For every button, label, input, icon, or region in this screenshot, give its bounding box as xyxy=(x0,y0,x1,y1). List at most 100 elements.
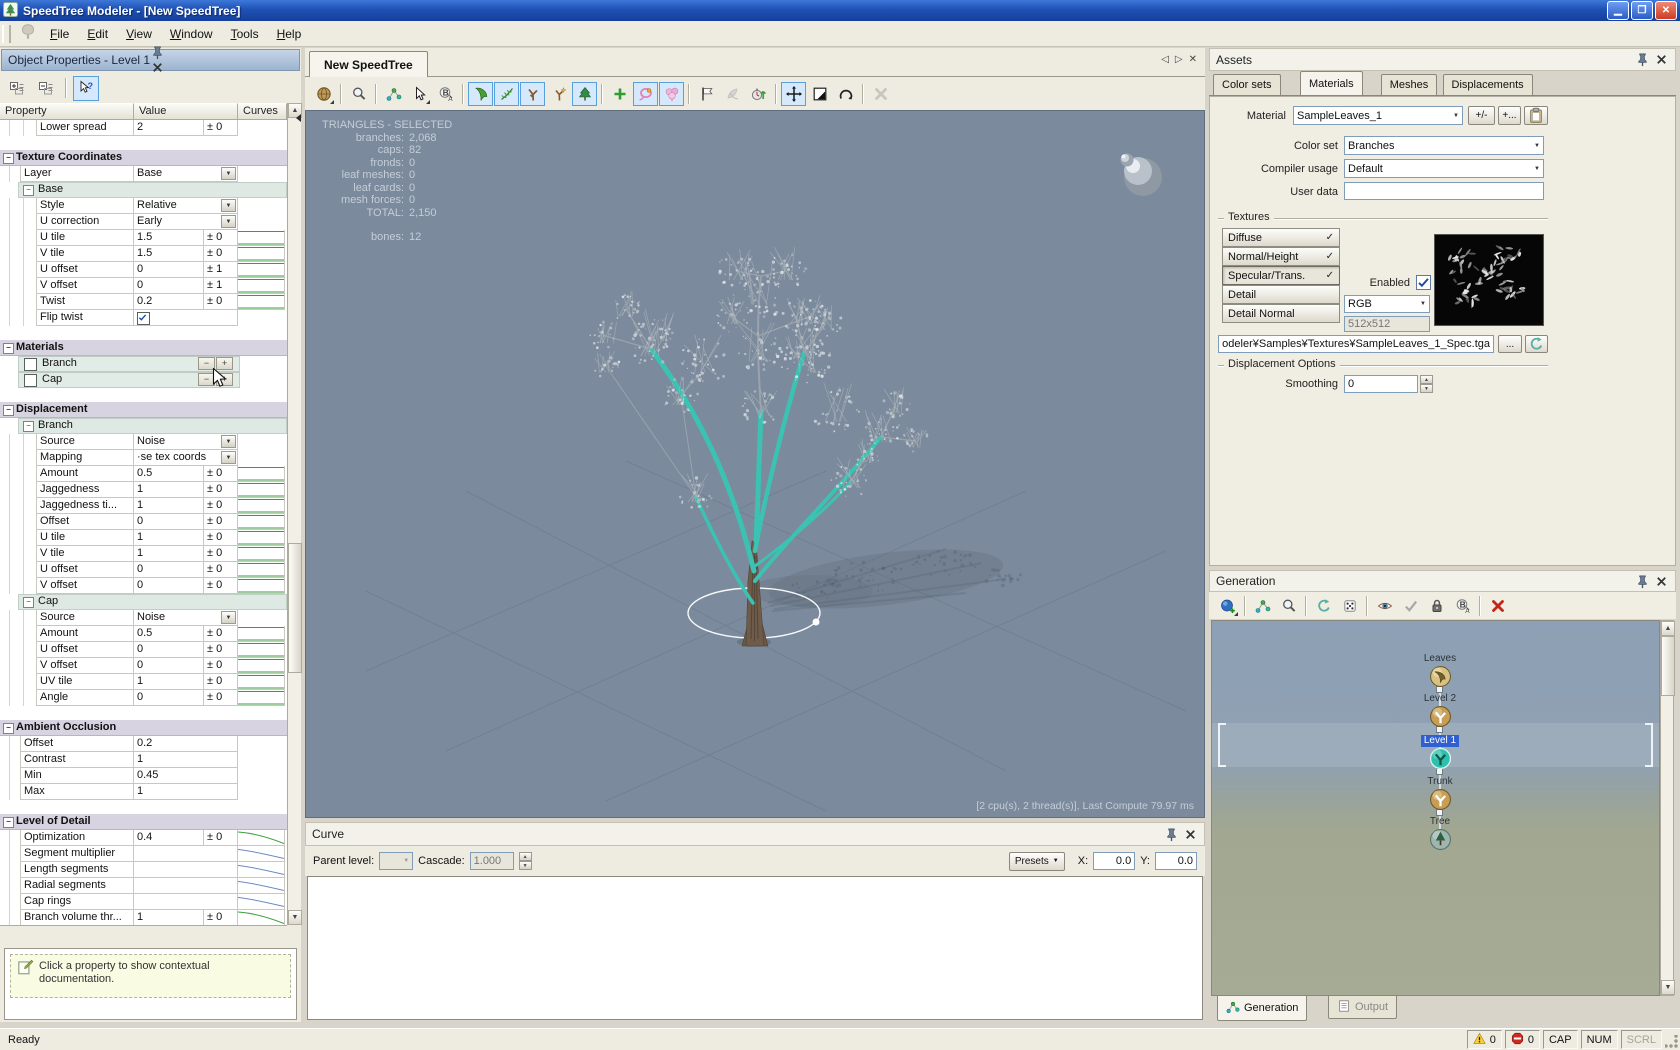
viewport-3d-canvas[interactable]: TRIANGLES - SELECTED branches:2,068caps:… xyxy=(305,110,1205,818)
property-value[interactable]: 1 xyxy=(134,910,204,926)
pin-icon[interactable] xyxy=(1164,827,1179,842)
property-variance[interactable]: ± 0 xyxy=(204,626,238,642)
generation-node-level-1[interactable]: Level 1 xyxy=(1400,734,1480,770)
property-row[interactable]: StyleRelative▼ xyxy=(0,198,287,214)
property-row[interactable]: Segment multiplier xyxy=(0,846,287,862)
property-variance[interactable]: ± 0 xyxy=(204,230,238,246)
property-value[interactable]: 0 xyxy=(134,262,204,278)
property-row[interactable]: Jaggedness ti...1± 0 xyxy=(0,498,287,514)
property-variance[interactable]: ± 0 xyxy=(204,910,238,926)
close-icon[interactable] xyxy=(1654,52,1669,67)
generation-scrollbar[interactable]: ▲ ▼ xyxy=(1660,620,1674,996)
tree-tool-icon[interactable] xyxy=(572,82,597,106)
timer-icon[interactable] xyxy=(746,82,771,106)
property-value[interactable]: 1.5 xyxy=(134,246,204,262)
lasso-icon[interactable] xyxy=(633,82,658,106)
node-edit-icon[interactable] xyxy=(1250,594,1275,618)
property-row[interactable]: V tile1.5± 0 xyxy=(0,246,287,262)
remove-material-button[interactable]: − xyxy=(198,357,215,370)
property-variance[interactable]: ± 0 xyxy=(204,120,238,136)
property-value[interactable]: 1 xyxy=(134,674,204,690)
spheres-icon[interactable] xyxy=(659,82,684,106)
world-icon[interactable] xyxy=(311,82,336,106)
property-value[interactable]: 0 xyxy=(134,514,204,530)
property-row[interactable]: Optimization0.4± 0 xyxy=(0,830,287,846)
property-group-ambient-occlusion[interactable]: −Ambient Occlusion xyxy=(0,720,287,736)
dropdown-arrow-icon[interactable]: ▼ xyxy=(221,435,236,448)
property-variance[interactable]: ± 0 xyxy=(204,530,238,546)
property-row[interactable]: Contrast1 xyxy=(0,752,287,768)
generation-node-leaves[interactable]: Leaves xyxy=(1400,652,1480,688)
curve-cell[interactable] xyxy=(238,498,285,514)
property-row[interactable]: V offset0± 0 xyxy=(0,658,287,674)
property-row[interactable]: U offset0± 0 xyxy=(0,642,287,658)
curve-cell[interactable] xyxy=(238,246,285,262)
property-variance[interactable]: ± 0 xyxy=(204,658,238,674)
property-row[interactable]: Branch volume thr...1± 0 xyxy=(0,910,287,926)
scroll-down-icon[interactable]: ▼ xyxy=(288,910,302,925)
property-value[interactable]: 1 xyxy=(134,784,238,800)
property-checkbox[interactable] xyxy=(137,312,150,325)
property-row[interactable]: Radial segments xyxy=(0,878,287,894)
dropdown-arrow-icon[interactable]: ▼ xyxy=(221,199,236,212)
generation-graph-canvas[interactable]: LeavesLevel 2Level 1TrunkTree xyxy=(1211,620,1660,996)
curve-cell[interactable] xyxy=(238,482,285,498)
curve-cell[interactable] xyxy=(238,626,285,642)
reload-texture-button[interactable] xyxy=(1525,335,1548,353)
material-add-remove-button[interactable]: +/- xyxy=(1468,106,1495,125)
property-variance[interactable]: ± 0 xyxy=(204,514,238,530)
collapse-icon[interactable]: − xyxy=(23,185,34,196)
property-row[interactable]: Min0.45 xyxy=(0,768,287,784)
curve-cell[interactable] xyxy=(238,466,285,482)
property-row[interactable]: Flip twist xyxy=(0,310,287,326)
property-group-level-of-detail[interactable]: −Level of Detail xyxy=(0,814,287,830)
collapse-icon[interactable]: − xyxy=(3,153,14,164)
property-row[interactable]: −Base xyxy=(0,182,287,198)
curve-cell[interactable] xyxy=(238,562,285,578)
zoom-icon[interactable] xyxy=(1276,594,1301,618)
property-value[interactable]: 1.5 xyxy=(134,230,204,246)
collapse-icon[interactable]: − xyxy=(3,723,14,734)
add-material-button[interactable]: + xyxy=(216,357,233,370)
property-value[interactable]: 1 xyxy=(134,498,204,514)
property-group-materials[interactable]: −Materials xyxy=(0,340,287,356)
material-add-button[interactable]: +... xyxy=(1498,106,1521,125)
property-value[interactable]: 0.4 xyxy=(134,830,204,846)
property-variance[interactable]: ± 0 xyxy=(204,562,238,578)
curve-editor-canvas[interactable] xyxy=(307,876,1203,1020)
curve-cell[interactable] xyxy=(238,294,285,310)
property-row[interactable]: −Branch xyxy=(0,418,287,434)
tab-close-icon[interactable]: ✕ xyxy=(1189,54,1197,65)
property-value-dropdown[interactable]: ·se tex coords▼ xyxy=(134,450,238,466)
move-icon[interactable] xyxy=(781,82,806,106)
collapse-icon[interactable]: − xyxy=(3,343,14,354)
tab-displacements[interactable]: Displacements xyxy=(1443,74,1533,95)
tab-generation[interactable]: Generation xyxy=(1217,996,1307,1021)
restore-button[interactable]: ❐ xyxy=(1631,1,1653,20)
property-value[interactable] xyxy=(134,894,238,910)
curve-cell[interactable] xyxy=(238,658,285,674)
tab-meshes[interactable]: Meshes xyxy=(1381,74,1438,95)
generation-node-tree[interactable]: Tree xyxy=(1400,815,1480,851)
property-value[interactable]: 0.45 xyxy=(134,768,238,784)
menu-edit[interactable]: Edit xyxy=(78,23,117,45)
property-variance[interactable]: ± 0 xyxy=(204,294,238,310)
column-header-property[interactable]: Property xyxy=(0,103,134,120)
property-variance[interactable]: ± 0 xyxy=(204,466,238,482)
resize-grip[interactable] xyxy=(1665,1035,1679,1049)
property-value[interactable]: 1 xyxy=(134,530,204,546)
property-value[interactable]: 0 xyxy=(134,562,204,578)
property-row[interactable]: Max1 xyxy=(0,784,287,800)
material-select[interactable]: SampleLeaves_1 ▼ xyxy=(1293,106,1463,125)
pin-icon[interactable] xyxy=(1635,574,1650,589)
bone-edit-icon[interactable]: BA xyxy=(1450,594,1475,618)
property-value-dropdown[interactable]: Noise▼ xyxy=(134,434,238,450)
close-icon[interactable] xyxy=(1654,574,1669,589)
property-value-dropdown[interactable]: Relative▼ xyxy=(134,198,238,214)
property-value[interactable]: 0 xyxy=(134,658,204,674)
tab-next-icon[interactable]: ▷ xyxy=(1175,54,1183,65)
presets-button[interactable]: Presets▼ xyxy=(1009,852,1065,871)
texture-slot-diffuse[interactable]: Diffuse✓ xyxy=(1222,228,1340,247)
zoom-icon[interactable] xyxy=(346,82,371,106)
enabled-checkbox[interactable] xyxy=(1416,275,1431,290)
